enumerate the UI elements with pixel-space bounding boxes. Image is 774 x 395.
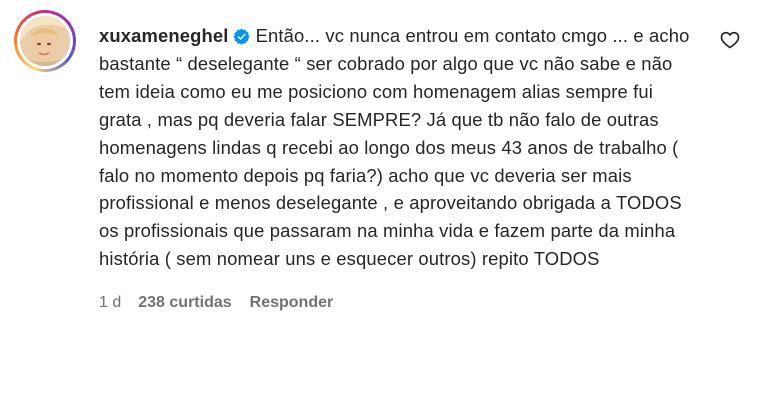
verified-badge-icon [233, 28, 250, 45]
like-button[interactable] [720, 30, 740, 50]
likes-count-button[interactable]: 238 curtidas [138, 294, 231, 312]
comment-body: xuxameneghel Então... vc nunca entrou em … [99, 22, 699, 312]
comment: xuxameneghel Então... vc nunca entrou em … [14, 10, 759, 370]
comment-age[interactable]: 1 d [99, 294, 121, 312]
comment-text: Então... vc nunca entrou em contato cmgo… [99, 25, 690, 270]
avatar-story-ring[interactable] [14, 10, 76, 72]
avatar-frame [17, 13, 73, 69]
comment-text-block: xuxameneghel Então... vc nunca entrou em … [99, 22, 699, 273]
heart-outline-icon [720, 31, 740, 49]
comment-meta: 1 d 238 curtidas Responder [99, 294, 699, 312]
reply-button[interactable]: Responder [250, 294, 334, 312]
username-link[interactable]: xuxameneghel [99, 25, 229, 46]
avatar-image [20, 16, 70, 66]
avatar[interactable] [20, 16, 70, 66]
